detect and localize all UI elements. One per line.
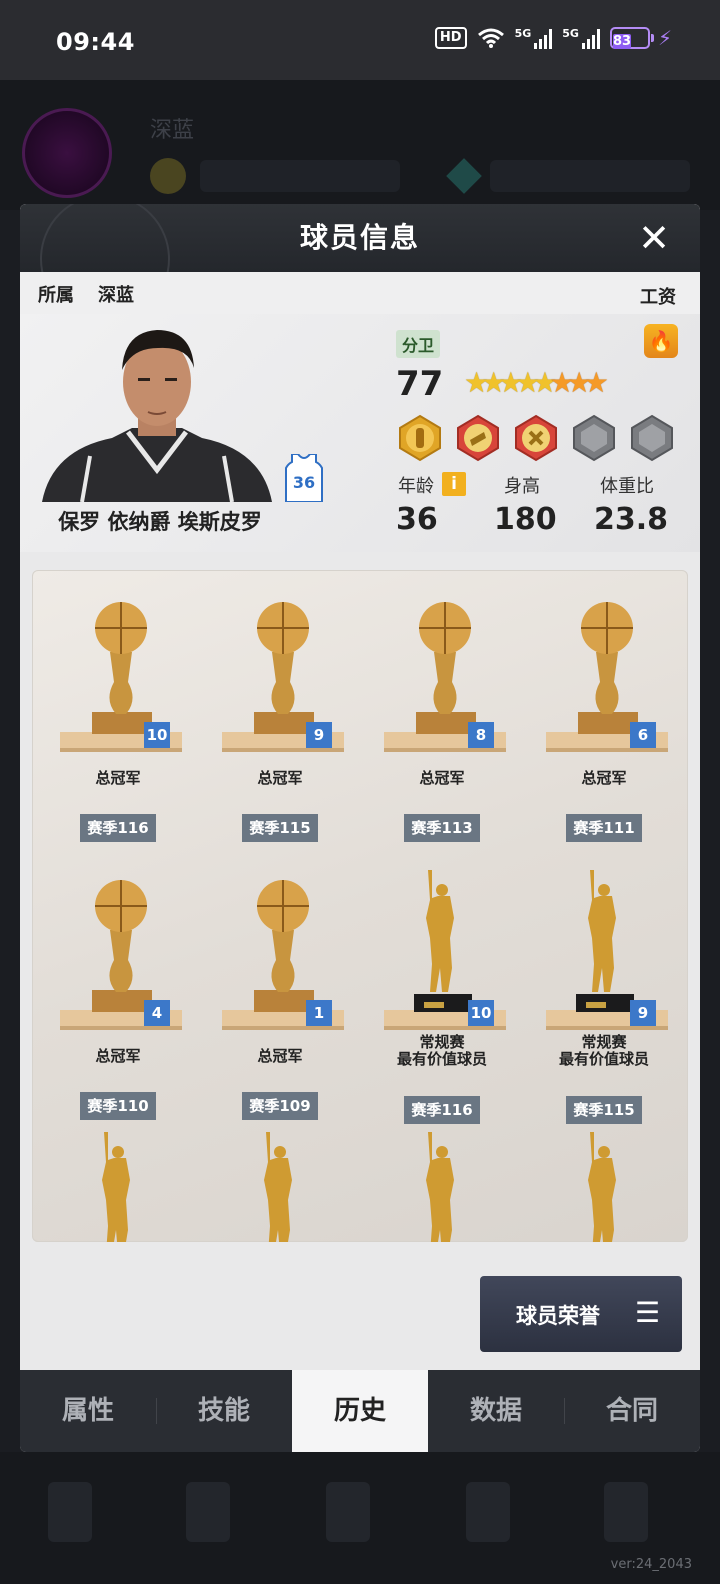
player-info-modal: 球员信息 ✕ 所属 深蓝 工资 36 保罗 依纳爵 埃斯皮罗 分卫 🔥 77 ★… <box>20 204 700 1452</box>
coin-counter <box>200 160 400 192</box>
season-tag: 赛季113 <box>404 814 480 842</box>
trophy-count: 10 <box>144 722 170 748</box>
team-logo <box>22 108 112 198</box>
trophy-count: 1 <box>306 1000 332 1026</box>
trophy-item[interactable]: 1 总冠军 赛季109 <box>210 868 350 1138</box>
position-badge: 分卫 <box>396 330 441 358</box>
tab-attributes[interactable]: 属性 <box>20 1370 156 1452</box>
trophy-name: 常规赛 最有价值球员 <box>396 1033 487 1068</box>
season-tag: 赛季116 <box>80 814 156 842</box>
version-label: ver:24_2043 <box>610 1557 692 1572</box>
tab-history[interactable]: 历史 <box>292 1370 428 1452</box>
season-tag: 赛季111 <box>566 814 642 842</box>
height-label: 身高 <box>504 476 540 497</box>
mvp-trophy-icon[interactable] <box>56 1130 186 1242</box>
badge-defense-icon[interactable] <box>396 414 444 462</box>
season-tag: 赛季109 <box>242 1092 318 1120</box>
height-value: 180 <box>494 502 557 537</box>
jersey-icon: 36 <box>285 454 323 502</box>
mvp-trophy-icon[interactable] <box>542 1130 672 1242</box>
player-portrait <box>42 330 272 502</box>
skill-badges <box>396 414 676 462</box>
trophy-cabinet: 10 总冠军 赛季116 9 总冠军 赛季115 8 总冠军 赛季113 6 总… <box>32 570 688 1242</box>
trophy-count: 9 <box>630 1000 656 1026</box>
trophy-name: 总冠军 <box>95 1047 141 1065</box>
wifi-icon <box>477 28 504 48</box>
trophy-item[interactable]: 10 总冠军 赛季116 <box>48 590 188 860</box>
jersey-number: 36 <box>293 473 315 492</box>
trophy-count: 10 <box>468 1000 494 1026</box>
tab-skills[interactable]: 技能 <box>156 1370 292 1452</box>
player-rating: 77 <box>396 364 444 404</box>
age-value: 36 <box>396 502 438 537</box>
weight-label: 体重比 <box>600 476 654 497</box>
trophy-item[interactable]: 9 常规赛 最有价值球员 赛季115 <box>534 868 674 1138</box>
trophy-item[interactable]: 4 总冠军 赛季110 <box>48 868 188 1138</box>
player-card: 36 保罗 依纳爵 埃斯皮罗 分卫 🔥 77 ★★★★★★★★ 年龄 i 身高 … <box>20 314 700 552</box>
status-icons: HD 5G 5G 83 ⚡ <box>434 26 672 50</box>
trophy-name: 常规赛 最有价值球员 <box>558 1033 649 1068</box>
player-name: 保罗 依纳爵 埃斯皮罗 <box>58 510 262 534</box>
badge-block-icon[interactable] <box>512 414 560 462</box>
tab-contract[interactable]: 合同 <box>564 1370 700 1452</box>
player-honors-label: 球员荣誉 <box>516 1304 600 1328</box>
trophy-count: 6 <box>630 722 656 748</box>
affiliation-row: 所属 深蓝 工资 <box>20 272 700 314</box>
trophy-item[interactable]: 6 总冠军 赛季111 <box>534 590 674 860</box>
fire-icon[interactable]: 🔥 <box>644 324 678 358</box>
trophy-count: 8 <box>468 722 494 748</box>
charging-icon: ⚡ <box>657 26 672 50</box>
season-tag: 赛季115 <box>566 1096 642 1124</box>
tab-bar: 属性 技能 历史 数据 合同 <box>20 1370 700 1452</box>
weight-value: 23.8 <box>594 502 669 537</box>
signal-icon: 5G <box>515 27 553 49</box>
trophy-name: 总冠军 <box>581 769 627 787</box>
mvp-trophy-icon[interactable] <box>380 1130 510 1242</box>
season-tag: 赛季115 <box>242 814 318 842</box>
clock: 09:44 <box>56 28 135 56</box>
age-label: 年龄 <box>398 476 434 497</box>
gem-counter <box>490 160 690 192</box>
trophy-item[interactable]: 9 总冠军 赛季115 <box>210 590 350 860</box>
signal-icon: 5G <box>562 27 600 49</box>
coin-icon <box>150 158 186 194</box>
trophy-name: 总冠军 <box>419 769 465 787</box>
player-honors-button[interactable]: 球员荣誉 ☰ <box>480 1276 682 1352</box>
background-team-name: 深蓝 <box>150 118 195 143</box>
season-tag: 赛季116 <box>404 1096 480 1124</box>
status-bar: 09:44 HD 5G 5G 83 ⚡ <box>0 0 720 80</box>
affiliation-label: 所属 <box>38 285 74 306</box>
affiliation-team: 深蓝 <box>98 285 134 306</box>
info-icon[interactable]: i <box>442 472 466 496</box>
badge-locked-icon[interactable] <box>570 414 618 462</box>
hd-icon: HD <box>434 27 467 49</box>
battery-icon: 83 ⚡ <box>609 26 672 50</box>
trophy-item[interactable]: 8 总冠军 赛季113 <box>372 590 512 860</box>
tab-stats[interactable]: 数据 <box>428 1370 564 1452</box>
battery-level: 83 <box>612 34 632 49</box>
mvp-trophy-icon[interactable] <box>218 1130 348 1242</box>
salary-label: 工资 <box>640 287 676 308</box>
modal-title: 球员信息 <box>299 221 420 254</box>
trophy-name: 总冠军 <box>257 1047 303 1065</box>
season-tag: 赛季110 <box>80 1092 156 1120</box>
close-button[interactable]: ✕ <box>634 218 674 258</box>
badge-pass-icon[interactable] <box>454 414 502 462</box>
badge-locked-icon[interactable] <box>628 414 676 462</box>
modal-header: 球员信息 ✕ <box>20 204 700 324</box>
trophy-count: 4 <box>144 1000 170 1026</box>
trophy-count: 9 <box>306 722 332 748</box>
star-rating: ★★★★★★★★ <box>464 366 609 399</box>
trophy-item[interactable]: 10 常规赛 最有价值球员 赛季116 <box>372 868 512 1138</box>
trophy-name: 总冠军 <box>95 769 141 787</box>
menu-icon: ☰ <box>634 1296 660 1329</box>
trophy-name: 总冠军 <box>257 769 303 787</box>
